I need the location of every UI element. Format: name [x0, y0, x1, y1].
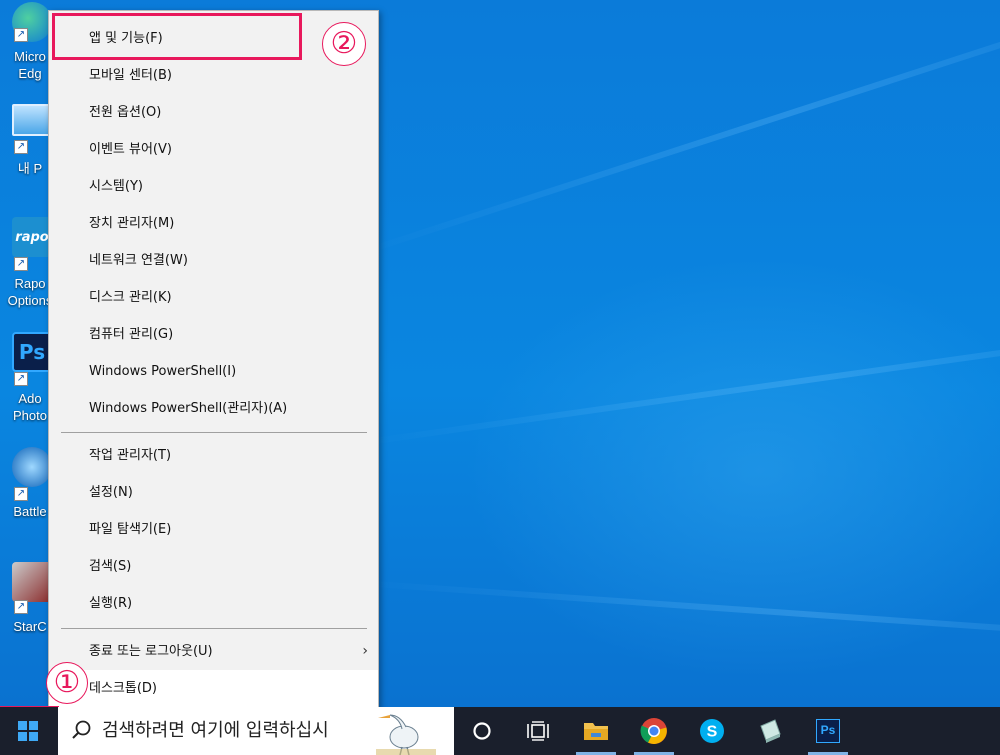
- chrome-button[interactable]: [630, 707, 678, 755]
- desktop-icon-photoshop[interactable]: Ps ↗ Ado Photo: [0, 330, 52, 430]
- task-view-button[interactable]: [514, 707, 562, 755]
- menu-item-power-options[interactable]: 전원 옵션(O): [49, 94, 378, 131]
- desktop-icon-rapoo[interactable]: rapo ↗ Rapo Options: [0, 215, 52, 315]
- menu-separator: [61, 432, 367, 433]
- rapoo-options-icon: rapo: [12, 217, 52, 257]
- photoshop-icon: Ps: [12, 332, 52, 372]
- search-highlight-illustration-icon: [376, 714, 436, 755]
- shortcut-arrow-icon: ↗: [14, 600, 28, 614]
- battlenet-icon: [12, 447, 52, 487]
- cortana-button[interactable]: [458, 707, 506, 755]
- chevron-right-icon: ›: [362, 643, 368, 659]
- menu-item-desktop[interactable]: 데스크톱(D): [49, 670, 378, 707]
- menu-item-run[interactable]: 실행(R): [49, 585, 378, 622]
- photoshop-icon: Ps: [816, 719, 840, 743]
- menu-item-settings[interactable]: 설정(N): [49, 474, 378, 511]
- menu-item-computer-management[interactable]: 컴퓨터 관리(G): [49, 316, 378, 353]
- chrome-icon: [640, 718, 667, 744]
- menu-item-powershell[interactable]: Windows PowerShell(I): [49, 353, 378, 390]
- file-explorer-icon: [584, 723, 608, 740]
- step-1-badge: ①: [46, 662, 88, 704]
- menu-item-device-manager[interactable]: 장치 관리자(M): [49, 205, 378, 242]
- svg-text:S: S: [707, 724, 718, 741]
- menu-item-system[interactable]: 시스템(Y): [49, 168, 378, 205]
- this-pc-icon: [12, 104, 52, 136]
- menu-item-powershell-admin[interactable]: Windows PowerShell(관리자)(A): [49, 390, 378, 427]
- step-2-badge: ②: [322, 22, 366, 66]
- menu-item-event-viewer[interactable]: 이벤트 뷰어(V): [49, 131, 378, 168]
- photoshop-taskbar-button[interactable]: Ps: [804, 707, 852, 755]
- shortcut-arrow-icon: ↗: [14, 140, 28, 154]
- taskbar: 검색하려면 여기에 입력하십시 S Ps: [0, 707, 1000, 755]
- desktop-icon-starcraft[interactable]: ↗ StarC: [0, 560, 52, 640]
- task-view-icon: [527, 721, 549, 741]
- winx-context-menu: 앱 및 기능(F) 모바일 센터(B) 전원 옵션(O) 이벤트 뷰어(V) 시…: [48, 10, 379, 718]
- search-placeholder: 검색하려면 여기에 입력하십시: [102, 720, 329, 741]
- shortcut-arrow-icon: ↗: [14, 487, 28, 501]
- menu-item-disk-management[interactable]: 디스크 관리(K): [49, 279, 378, 316]
- menu-separator: [61, 628, 367, 629]
- desktop-icon-edge[interactable]: ↗ Micro Edg: [0, 0, 52, 95]
- notepad-button[interactable]: [746, 707, 794, 755]
- menu-item-file-explorer[interactable]: 파일 탐색기(E): [49, 511, 378, 548]
- shortcut-arrow-icon: ↗: [14, 257, 28, 271]
- menu-item-mobility-center[interactable]: 모바일 센터(B): [49, 57, 378, 94]
- menu-item-network-connections[interactable]: 네트워크 연결(W): [49, 242, 378, 279]
- desktop-icon-this-pc[interactable]: ↗ 내 P: [0, 100, 52, 190]
- wallpaper-beam: [359, 314, 1000, 446]
- shortcut-arrow-icon: ↗: [14, 28, 28, 42]
- cortana-icon: [473, 722, 491, 740]
- menu-item-label: 종료 또는 로그아웃(U): [89, 644, 213, 659]
- menu-item-search[interactable]: 검색(S): [49, 548, 378, 585]
- taskbar-search-box[interactable]: 검색하려면 여기에 입력하십시: [58, 707, 454, 755]
- skype-icon: S: [700, 719, 724, 743]
- shortcut-arrow-icon: ↗: [14, 372, 28, 386]
- desktop-icon-battlenet[interactable]: ↗ Battle: [0, 445, 52, 525]
- wallpaper-beam: [359, 580, 1000, 649]
- file-explorer-button[interactable]: [572, 707, 620, 755]
- search-icon: [72, 720, 91, 739]
- start-button[interactable]: [0, 707, 56, 755]
- menu-item-shutdown-signout[interactable]: 종료 또는 로그아웃(U) ›: [49, 633, 378, 670]
- highlight-apps-features: [52, 13, 302, 60]
- wallpaper-beam: [359, 0, 1000, 256]
- windows-logo-icon: [18, 721, 38, 741]
- menu-item-task-manager[interactable]: 작업 관리자(T): [49, 437, 378, 474]
- starcraft-icon: [12, 562, 52, 602]
- skype-button[interactable]: S: [688, 707, 736, 755]
- notepad-icon: [760, 719, 781, 743]
